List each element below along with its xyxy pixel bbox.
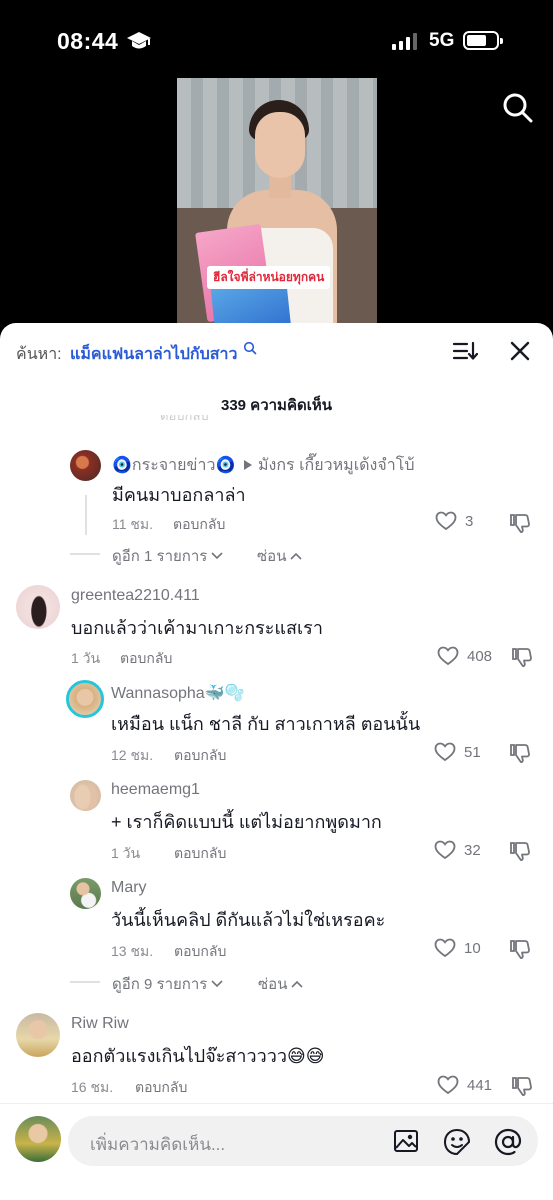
dislike-icon[interactable] [509,840,531,867]
emoji-icon[interactable] [443,1128,471,1161]
like-count: 32 [464,841,481,859]
search-small-icon[interactable] [243,341,257,360]
avatar[interactable] [70,878,101,909]
like-count: 408 [467,647,493,665]
comment-time: 13 ชม. [111,943,154,959]
reply-button[interactable]: ตอบกลับ [173,514,225,536]
divider [70,553,100,555]
comment-username[interactable]: heemaemg1 [111,781,200,799]
like-count: 441 [467,1076,493,1094]
reply-button[interactable]: ตอบกลับ [174,941,226,963]
comment-input-placeholder: เพิ่มความคิดเห็น... [90,1135,226,1154]
avatar[interactable] [66,680,104,718]
reply-to-username[interactable]: มังกร เกี๊ยวหมูเด้งจำโบ้ [258,453,414,478]
status-bar: 08:44 5G [0,0,553,80]
reply-button[interactable]: ตอบกลับ [174,745,226,767]
dislike-icon[interactable] [509,938,531,965]
avatar[interactable] [70,780,101,811]
hide-replies-button[interactable]: ซ่อน [257,544,303,568]
comment-text: ออกตัวแรงเกินไปจ๊ะสาวววว😅😅 [71,1046,325,1066]
cellular-signal-icon [392,32,417,50]
comment-text: บอกแล้วว่าเค้ามาเกาะกระแสเรา [71,618,323,638]
mention-icon[interactable] [494,1128,522,1161]
comment-time: 1 วัน [71,650,101,666]
comment-username[interactable]: greentea2210.411 [71,587,200,605]
my-avatar[interactable] [15,1116,61,1162]
close-icon[interactable] [508,339,532,368]
dislike-icon[interactable] [511,1075,533,1102]
search-prefix: ค้นหา: [16,346,62,363]
hide-replies-button[interactable]: ซ่อน [258,972,304,996]
like-count: 51 [464,743,481,761]
like-count: 3 [465,512,474,530]
heart-icon [434,840,456,860]
heart-icon [437,1075,459,1095]
faded-reply-label: ตอบกลับ [160,415,209,423]
comment-time: 1 วัน [111,845,141,861]
heart-icon [434,938,456,958]
heart-icon [435,511,457,531]
chevron-up-icon [290,552,303,560]
view-more-label: ดูอีก 1 รายการ [112,548,208,565]
reply-button[interactable]: ตอบกลับ [120,648,172,670]
reply-button[interactable]: ตอบกลับ [174,843,226,865]
video-caption: ฮีลใจพี่ล่าหน่อยทุกคน [207,266,331,289]
like-button[interactable]: 10 [434,938,481,958]
comment-text: มีคนมาบอกลาล่า [112,485,246,505]
heart-icon [434,742,456,762]
network-type: 5G [429,30,455,51]
sort-icon[interactable] [452,339,479,368]
chevron-up-icon [291,980,304,988]
divider [70,981,100,983]
comment-text: เหมือน แน็ก ชาลี กับ สาวเกาหลี ตอนนั้น [111,714,421,734]
battery-icon [463,31,503,50]
chevron-down-icon [211,552,223,560]
comment-time: 11 ชม. [112,516,154,532]
search-query-link[interactable]: แม็คแฟนลาล่าไปกับสาว [70,342,238,367]
like-button[interactable]: 32 [434,840,481,860]
like-button[interactable]: 3 [435,511,473,531]
comment-text: วันนี้เห็นคลิป ดีกันแล้วไม่ใช่เหรอคะ [111,910,386,930]
avatar[interactable] [16,585,60,629]
like-button[interactable]: 441 [437,1075,492,1095]
comment-time: 12 ชม. [111,747,154,763]
thread-line [85,495,87,535]
dislike-icon[interactable] [511,646,533,673]
comment-username[interactable]: Wannasopha🐳🫧 [111,683,245,703]
search-icon[interactable] [502,92,534,124]
graduation-cap-icon [126,30,152,57]
comment-username[interactable]: 🧿กระจายข่าว🧿 [112,453,235,478]
comment-username[interactable]: Riw Riw [71,1015,129,1033]
chevron-down-icon [211,980,223,988]
avatar[interactable] [70,450,101,481]
status-time: 08:44 [57,28,119,54]
view-more-label: ดูอีก 9 รายการ [112,976,208,993]
like-button[interactable]: 408 [437,646,492,666]
like-button[interactable]: 51 [434,742,481,762]
avatar[interactable] [16,1013,60,1057]
hide-label: ซ่อน [258,976,288,993]
comment-text: + เราก็คิดแบบนี้ แต่ไม่อยากพูดมาก [111,812,382,832]
comment-composer: เพิ่มความคิดเห็น... [0,1103,553,1200]
like-count: 10 [464,939,481,957]
sheet-header: ค้นหา: แม็คแฟนลาล่าไปกับสาว [0,323,553,378]
heart-icon [437,646,459,666]
reply-button[interactable]: ตอบกลับ [135,1077,187,1099]
reply-arrow-icon [243,458,253,476]
view-more-replies-button[interactable]: ดูอีก 1 รายการ [112,544,223,568]
dislike-icon[interactable] [509,512,531,539]
comment-count: 339 ความคิดเห็น [220,397,332,414]
comment-username[interactable]: Mary [111,879,147,897]
video-thumbnail[interactable]: ฮีลใจพี่ล่าหน่อยทุกคน [177,78,377,328]
view-more-replies-button[interactable]: ดูอีก 9 รายการ [112,972,223,996]
comments-sheet: ค้นหา: แม็คแฟนลาล่าไปกับสาว 339 ความคิดเ… [0,323,553,1200]
image-icon[interactable] [393,1128,419,1159]
hide-label: ซ่อน [257,548,287,565]
dislike-icon[interactable] [509,742,531,769]
comment-time: 16 ชม. [71,1079,114,1095]
